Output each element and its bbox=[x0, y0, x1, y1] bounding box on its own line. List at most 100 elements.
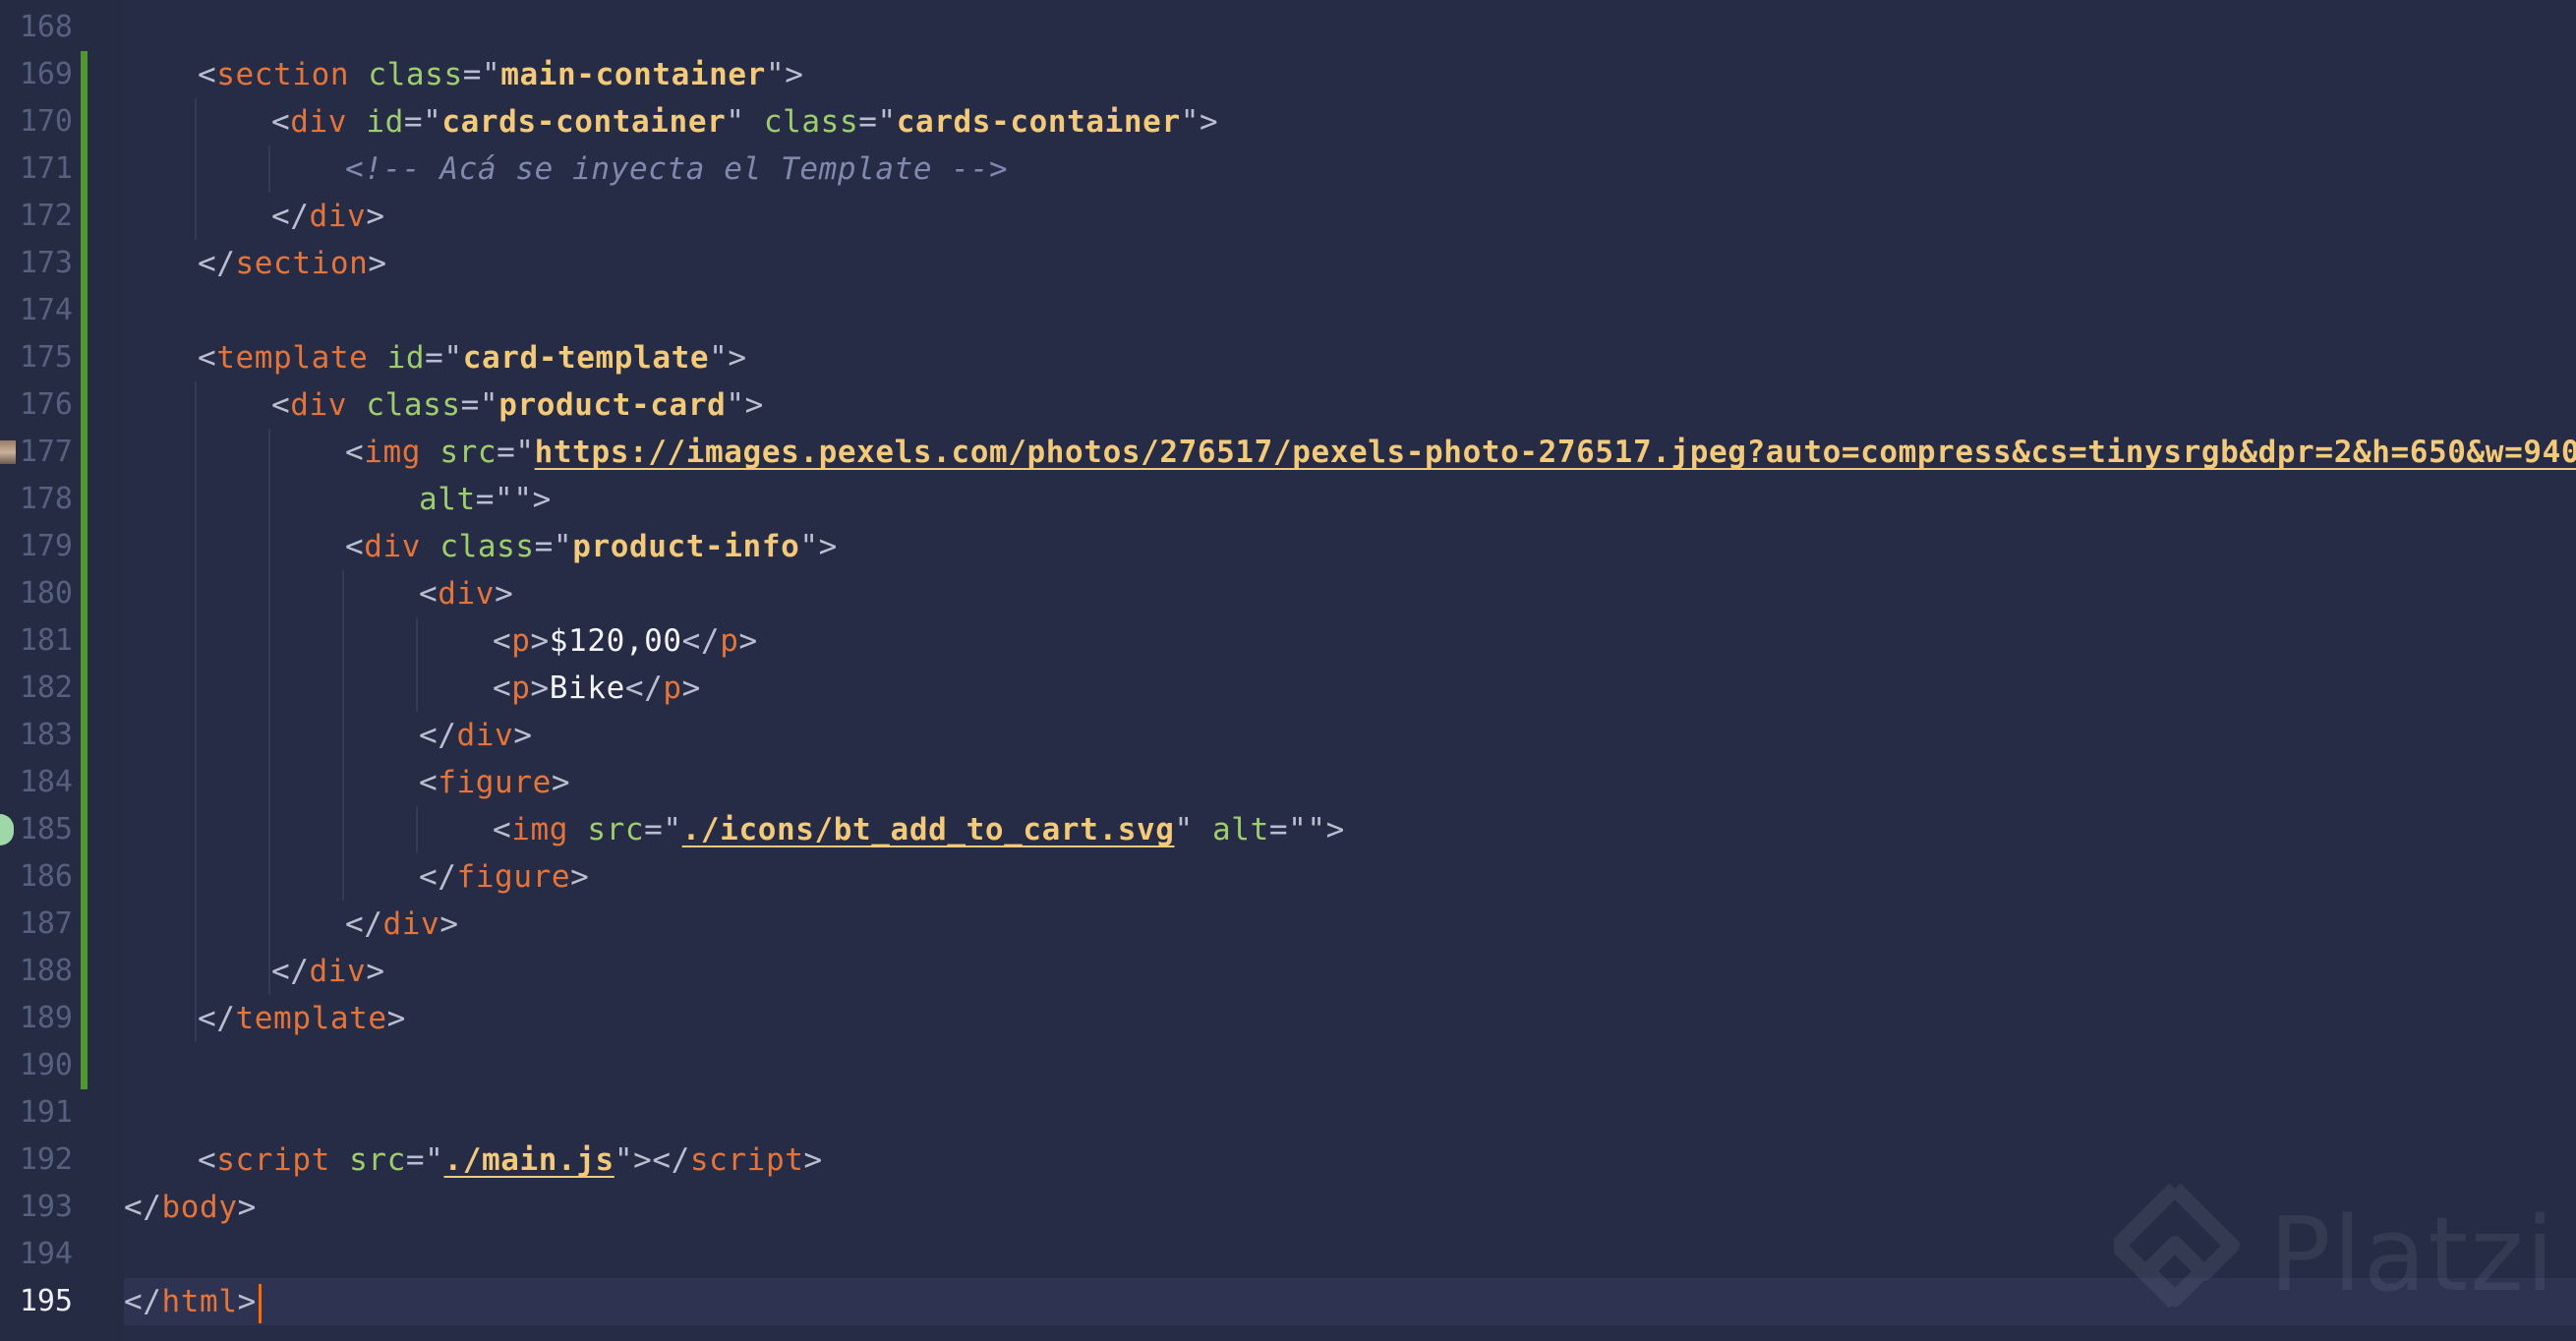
code-token: template bbox=[235, 1001, 387, 1036]
line-number: 189 bbox=[19, 1001, 73, 1035]
code-token: > bbox=[386, 1001, 406, 1036]
code-token: =" bbox=[405, 1142, 444, 1178]
code-token: > bbox=[530, 670, 550, 706]
code-line[interactable]: <div class="product-card"> bbox=[124, 381, 2576, 429]
code-token: > bbox=[366, 199, 385, 234]
code-line[interactable]: <div id="cards-container" class="cards-c… bbox=[124, 98, 2576, 146]
code-token: alt bbox=[1212, 812, 1269, 847]
line-number: 181 bbox=[19, 623, 73, 658]
code-token: </ bbox=[124, 1284, 162, 1319]
line-number: 182 bbox=[19, 670, 73, 705]
code-token: div bbox=[456, 718, 514, 753]
code-token: class bbox=[439, 529, 535, 564]
code-line[interactable]: <img src="./icons/bt_add_to_cart.svg" al… bbox=[124, 806, 2576, 853]
image-preview-icon[interactable] bbox=[0, 440, 16, 464]
code-token: > bbox=[681, 670, 701, 706]
line-number-gutter[interactable]: 168 169 170 171 172 173 174 175 176 177 178 179 180 1… bbox=[0, 0, 124, 1341]
code-token: div bbox=[290, 387, 348, 423]
code-line[interactable]: </div> bbox=[124, 712, 2576, 759]
code-token: </ bbox=[271, 954, 310, 989]
line-number: 194 bbox=[19, 1237, 73, 1271]
code-line[interactable]: <img src="https://images.pexels.com/phot… bbox=[124, 429, 2576, 476]
code-token: p bbox=[511, 670, 531, 706]
code-line[interactable]: </div> bbox=[124, 948, 2576, 995]
line-number: 190 bbox=[19, 1048, 73, 1082]
code-token: </ bbox=[624, 670, 664, 706]
code-token: div bbox=[309, 199, 367, 234]
code-token: < bbox=[345, 529, 365, 564]
code-line[interactable]: <template id="card-template"> bbox=[124, 334, 2576, 381]
line-number: 173 bbox=[19, 246, 73, 280]
code-line[interactable]: </div> bbox=[124, 193, 2576, 240]
code-token: > bbox=[551, 765, 571, 800]
code-token: Bike bbox=[549, 670, 625, 706]
code-token: section bbox=[216, 57, 350, 92]
line-number: 195 bbox=[19, 1284, 73, 1318]
code-token: product-info bbox=[572, 529, 800, 564]
code-token: id bbox=[386, 340, 426, 376]
code-token: section bbox=[235, 246, 369, 281]
code-line[interactable]: </template> bbox=[124, 995, 2576, 1042]
code-token: figure bbox=[456, 859, 571, 895]
code-token: figure bbox=[438, 765, 552, 800]
code-line[interactable]: <div> bbox=[124, 570, 2576, 617]
code-line[interactable]: <section class="main-container"> bbox=[124, 51, 2576, 98]
code-token: p bbox=[663, 670, 682, 706]
code-line[interactable] bbox=[124, 4, 2576, 51]
code-line[interactable]: <p>$120,00</p> bbox=[124, 617, 2576, 665]
code-token: cards-container bbox=[896, 104, 1181, 140]
code-line[interactable]: <div class="product-info"> bbox=[124, 523, 2576, 570]
code-token: </ bbox=[271, 199, 310, 234]
code-line[interactable]: </div> bbox=[124, 901, 2576, 948]
code-token: > bbox=[570, 859, 590, 895]
code-line[interactable]: </figure> bbox=[124, 853, 2576, 901]
code-token: div bbox=[382, 906, 440, 942]
code-line[interactable]: <p>Bike</p> bbox=[124, 665, 2576, 712]
code-line[interactable] bbox=[124, 1042, 2576, 1089]
code-token: "> bbox=[1180, 104, 1219, 140]
git-change-indicator[interactable] bbox=[81, 51, 88, 1089]
code-token: html bbox=[161, 1284, 238, 1319]
code-line[interactable] bbox=[124, 1089, 2576, 1137]
code-token: > bbox=[495, 576, 514, 612]
code-token: src bbox=[587, 812, 645, 847]
watermark-text: Platzi bbox=[2269, 1195, 2556, 1314]
line-number: 168 bbox=[19, 10, 73, 44]
line-number: 191 bbox=[19, 1095, 73, 1130]
code-token: </ bbox=[124, 1190, 162, 1225]
code-token: div bbox=[438, 576, 496, 612]
code-token: <!-- Acá se inyecta el Template --> bbox=[345, 151, 1009, 187]
line-number: 174 bbox=[19, 293, 73, 327]
code-line[interactable]: alt=""> bbox=[124, 476, 2576, 523]
code-token: card-template bbox=[462, 340, 710, 376]
code-editor[interactable]: <section class="main-container"> <div id=… bbox=[124, 0, 2576, 1341]
code-token: https://images.pexels.com/photos/276517/… bbox=[534, 435, 2576, 470]
code-line[interactable]: </section> bbox=[124, 240, 2576, 287]
code-token: < bbox=[271, 104, 291, 140]
line-number: 180 bbox=[19, 576, 73, 611]
code-token: < bbox=[419, 576, 439, 612]
code-token: div bbox=[309, 954, 367, 989]
code-token: =" bbox=[497, 435, 535, 470]
code-token: =" bbox=[403, 104, 442, 140]
code-token: > bbox=[366, 954, 385, 989]
line-number: 170 bbox=[19, 104, 73, 139]
code-line[interactable]: <figure> bbox=[124, 759, 2576, 806]
code-token: script bbox=[216, 1142, 330, 1178]
line-number: 187 bbox=[19, 906, 73, 941]
line-number: 178 bbox=[19, 482, 73, 516]
code-line[interactable] bbox=[124, 287, 2576, 334]
line-number: 192 bbox=[19, 1142, 73, 1177]
code-token: template bbox=[216, 340, 369, 376]
code-token: body bbox=[161, 1190, 238, 1225]
code-token: "></ bbox=[614, 1142, 690, 1178]
code-line[interactable]: <!-- Acá se inyecta el Template --> bbox=[124, 146, 2576, 193]
code-token: =" bbox=[460, 387, 499, 423]
code-token: < bbox=[198, 340, 217, 376]
code-token: =" bbox=[462, 57, 501, 92]
code-token: > bbox=[368, 246, 387, 281]
code-token: </ bbox=[681, 623, 721, 659]
